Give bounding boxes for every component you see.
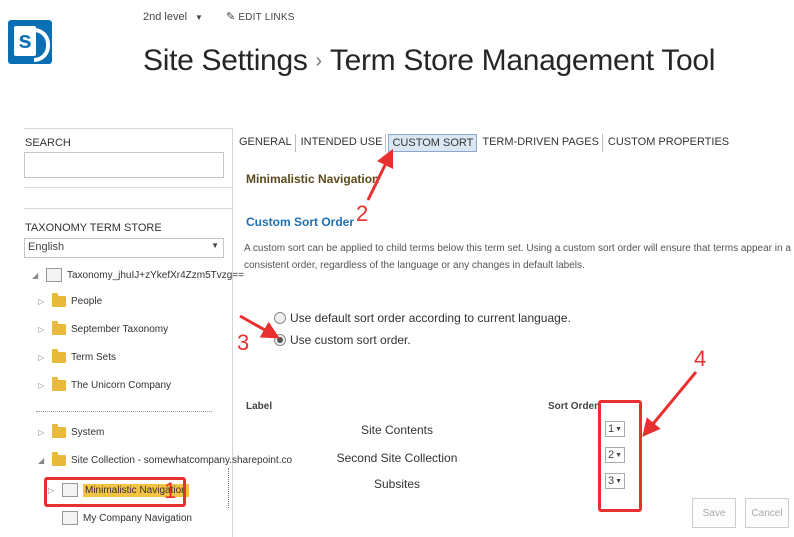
arrow-4: [642, 371, 698, 437]
arrow-3: [239, 314, 280, 339]
arrow-2: [366, 148, 394, 201]
annotation-arrows: [239, 148, 698, 437]
